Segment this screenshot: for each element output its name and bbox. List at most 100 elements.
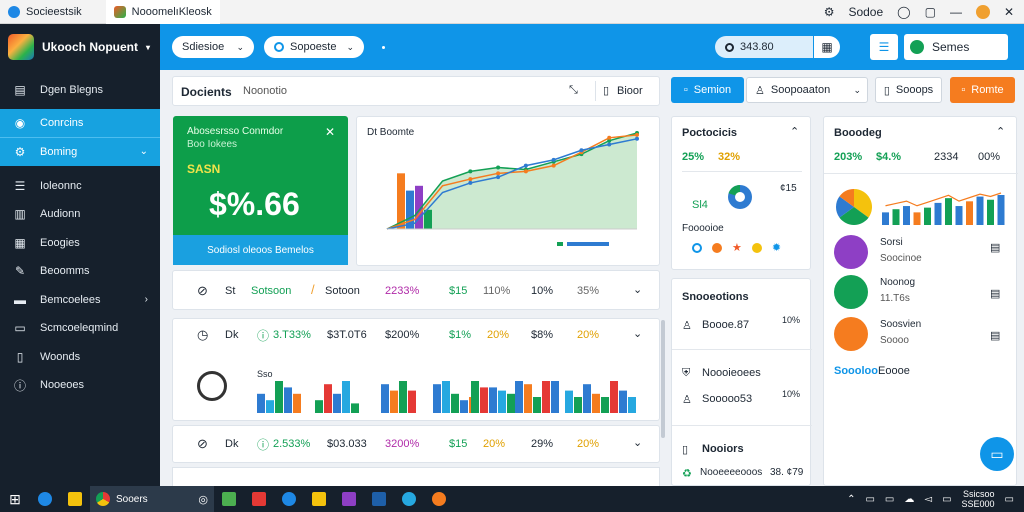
account-button[interactable]: Semes xyxy=(904,34,1008,60)
scrollbar[interactable] xyxy=(661,320,665,438)
panel-c-stat-4: 00% xyxy=(978,151,1001,163)
folder-icon: ▬ xyxy=(14,292,26,307)
app-icon-1[interactable] xyxy=(214,486,244,512)
sidebar-item-4[interactable]: ▥ Audionn xyxy=(0,200,160,229)
battery-icon[interactable]: ▭ xyxy=(942,494,951,505)
chevron-down-icon[interactable]: ⌄ xyxy=(633,327,642,340)
secondary-label: Sooops xyxy=(895,84,934,96)
sidebar-item-7[interactable]: ▬ Bemcoelees › xyxy=(0,286,160,315)
secondary-button[interactable]: ▯ Sooops xyxy=(875,77,942,103)
row-b: 20% xyxy=(487,329,510,341)
app-icon-6[interactable] xyxy=(364,486,394,512)
mini-pie-hole xyxy=(735,192,745,202)
clock[interactable]: Ssicsoo SSE000 xyxy=(962,489,995,509)
avatar-icon[interactable] xyxy=(975,4,990,19)
table-row[interactable]: ⊘ St Sotsoon / Sotoon 2233% $15 110% 10%… xyxy=(172,270,660,310)
sidebar-item-label: Bemcoelees xyxy=(40,293,101,306)
row-d: 35% xyxy=(577,285,600,297)
panel-c-stat-1: 203% xyxy=(834,151,863,163)
dropdown-2[interactable]: Sopoeste ⌄ xyxy=(264,36,364,58)
record-icon[interactable]: ◯ xyxy=(897,5,910,19)
card-icon[interactable]: ▤ xyxy=(990,287,1000,300)
sidebar-item-9[interactable]: ▯ Woonds xyxy=(0,343,160,372)
bar xyxy=(498,390,506,413)
search-field[interactable]: 343.80 xyxy=(715,36,813,58)
close-icon[interactable]: ✕ xyxy=(1004,5,1014,19)
row-id: Dk xyxy=(225,329,239,341)
fab-button[interactable]: ▭ xyxy=(980,437,1014,471)
sidebar-item-6[interactable]: ✎ Beoomms xyxy=(0,257,160,286)
person-row[interactable]: Soosvien Soooo ▤ xyxy=(834,317,1014,355)
chevron-down-icon: ⌄ xyxy=(346,41,354,52)
sidebar-item-8[interactable]: ▭ Scmcoeleqmind xyxy=(0,314,160,343)
hero-cta[interactable]: Sodiosl oleoos Bemelos xyxy=(173,235,348,265)
hero-card[interactable]: Abosesrsso Conmdor Boo Iokees ✕ SASN $%.… xyxy=(173,116,348,265)
settings-icon[interactable]: ⚙ xyxy=(824,5,835,19)
sidebar-item-5[interactable]: ▦ Eoogies xyxy=(0,229,160,258)
person-name: Sorsi xyxy=(880,237,903,248)
browser-tab-1[interactable]: Socieestsik xyxy=(0,0,90,24)
edge-icon[interactable] xyxy=(30,486,60,512)
grid-icon: ▤ xyxy=(14,83,26,98)
close-icon[interactable]: ✕ xyxy=(325,125,335,139)
app-icon-5[interactable] xyxy=(334,486,364,512)
panel-c: Booodeg ⌃ 203% $4.% 2334 00% Sorsi Sooci… xyxy=(823,116,1018,486)
volume-icon[interactable]: ◅ xyxy=(924,494,932,505)
table-bottom-card xyxy=(172,467,660,486)
minimize-icon[interactable]: — xyxy=(950,5,962,19)
sidebar-item-2[interactable]: ⚙ Boming ⌄ xyxy=(0,137,160,166)
grid-view-button[interactable]: ▦ xyxy=(814,36,840,58)
table-row[interactable]: ⊘ Dk ⓘ 2.533% $03.033 3200% $15 20% 29% … xyxy=(172,425,660,463)
orange-button[interactable]: ▫ Romte xyxy=(950,77,1015,103)
restore-icon[interactable]: ▢ xyxy=(925,5,936,19)
chevron-up-icon[interactable]: ⌃ xyxy=(996,125,1005,138)
panel-c-footer-1[interactable]: Soooloo xyxy=(834,365,878,377)
panel-c-title: Booodeg xyxy=(834,127,882,139)
app-icon-2[interactable] xyxy=(244,486,274,512)
cloud-icon[interactable]: ☁ xyxy=(904,494,914,505)
sidebar-item-1[interactable]: ◉ Conrcins xyxy=(0,108,160,137)
c-bar xyxy=(945,198,952,225)
notification-icon[interactable]: ▭ xyxy=(1005,494,1014,505)
app-icon-4[interactable] xyxy=(304,486,334,512)
app-icon-8[interactable] xyxy=(424,486,454,512)
square-icon: ▫ xyxy=(683,84,688,96)
brand[interactable]: Ukooch Nopuent ▾ xyxy=(0,24,160,70)
chevron-down-icon[interactable]: ⌄ xyxy=(633,436,642,449)
app-icon-3[interactable] xyxy=(274,486,304,512)
panel-a: Poctocicis ⌃ 25% 32% Sl4 ¢15 Fooooioe ★ … xyxy=(671,116,811,270)
person-row[interactable]: Noonog 11.T6s ▤ xyxy=(834,275,1014,313)
c-bar xyxy=(892,209,900,225)
chevron-down-icon[interactable]: ⌄ xyxy=(633,283,642,296)
chevron-up-icon[interactable]: ⌃ xyxy=(790,125,799,138)
folder-icon[interactable] xyxy=(60,486,90,512)
sidebar-item-10[interactable]: ⓘ Nooeoes xyxy=(0,371,160,400)
header-action[interactable]: Bioor xyxy=(617,85,643,97)
ctrl-label[interactable]: Sodoe xyxy=(848,5,883,19)
select-button[interactable]: ♙ Soopoaaton ⌄ xyxy=(746,77,868,103)
row-owner: $3T.0T6 xyxy=(327,329,367,341)
doc-icon: ▯ xyxy=(883,84,890,97)
app-icon-7[interactable] xyxy=(394,486,424,512)
sidebar-item-3[interactable]: ☰ Ioleonnc xyxy=(0,172,160,201)
expand-icon[interactable]: ⤡ xyxy=(569,84,578,97)
browser-tab-2[interactable]: NooomelıKleosk xyxy=(105,0,220,24)
card-icon[interactable]: ▤ xyxy=(990,241,1000,254)
monitor-icon[interactable]: ▭ xyxy=(885,494,894,505)
dropdown-1[interactable]: Sdiesioe ⌄ xyxy=(172,36,254,58)
taskbar-app[interactable]: Sooers ◎ xyxy=(90,486,214,512)
primary-button[interactable]: ▫ Semion xyxy=(671,77,744,103)
table-row-expanded[interactable]: ◷ Dk ⓘ 3.T33% $3T.0T6 $200% $1% 20% $8% … xyxy=(172,318,660,421)
dropdown-2-label: Sopoeste xyxy=(290,41,337,53)
bar xyxy=(610,381,618,413)
dot-icon xyxy=(712,243,722,253)
sidebar-item-0[interactable]: ▤ Dgen Blegns xyxy=(0,76,160,105)
person-row[interactable]: Sorsi Soocinoe ▤ xyxy=(834,235,1014,273)
network-icon[interactable]: ▭ xyxy=(865,494,874,505)
hero-title: Abosesrsso Conmdor xyxy=(187,126,284,137)
trend-point xyxy=(551,163,556,168)
card-icon[interactable]: ▤ xyxy=(990,329,1000,342)
start-button[interactable]: ⊞ xyxy=(0,486,30,512)
list-view-button[interactable]: ☰ xyxy=(870,34,898,60)
chevron-up-icon[interactable]: ⌃ xyxy=(847,494,855,505)
